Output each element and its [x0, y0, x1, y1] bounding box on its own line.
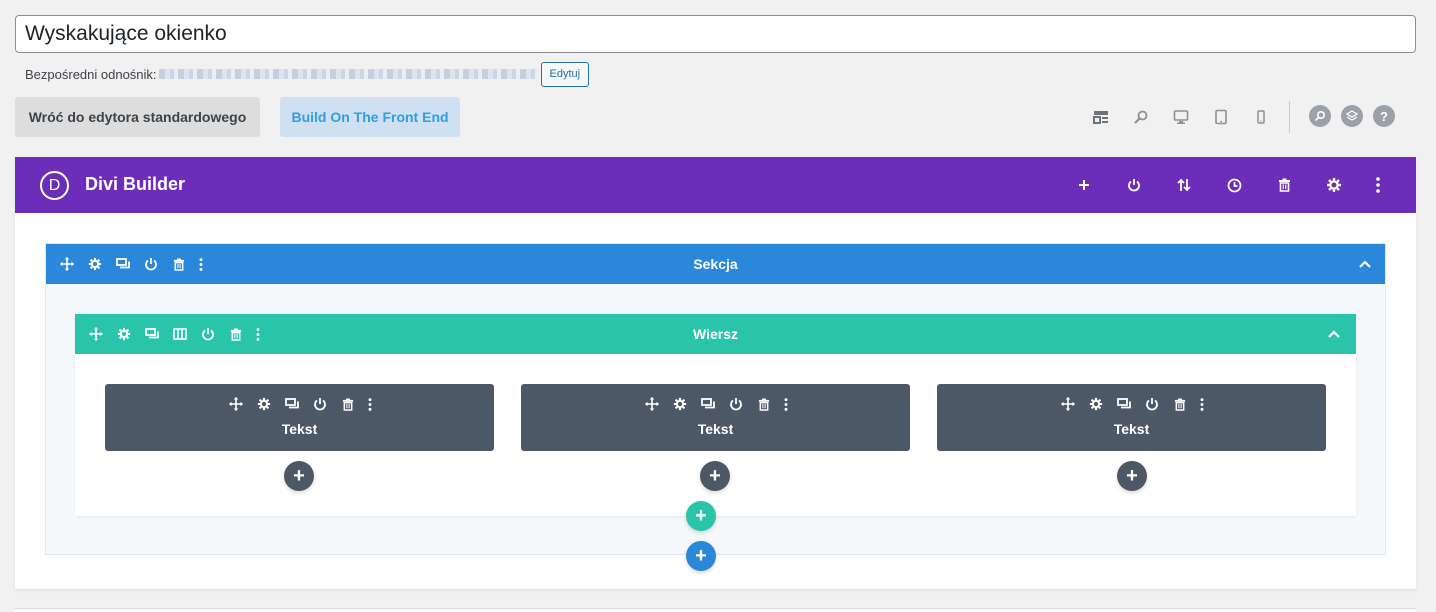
row-title: Wiersz — [692, 326, 738, 342]
duplicate-icon[interactable] — [1110, 394, 1138, 414]
duplicate-icon[interactable] — [138, 324, 166, 344]
sort-icon[interactable] — [1172, 173, 1196, 197]
duplicate-icon[interactable] — [109, 254, 137, 274]
power-icon[interactable] — [1138, 394, 1166, 414]
text-module[interactable]: Tekst — [521, 384, 910, 451]
move-icon[interactable] — [53, 254, 81, 274]
trash-icon[interactable] — [165, 254, 193, 274]
permalink: Bezpośredni odnośnik: Edytuj — [25, 61, 590, 87]
add-row-button[interactable]: + — [686, 501, 716, 531]
section-header[interactable]: Sekcja — [46, 244, 1385, 284]
text-module[interactable]: Tekst — [937, 384, 1326, 451]
section: Sekcja Wiersz Tekst Tekst Tekst + + + + … — [45, 243, 1386, 571]
more-icon[interactable] — [1194, 394, 1210, 414]
history-icon[interactable] — [1222, 173, 1246, 197]
trash-icon[interactable] — [750, 394, 778, 414]
gear-icon[interactable] — [81, 254, 109, 274]
module-tools — [105, 393, 494, 415]
section-title: Sekcja — [693, 256, 738, 272]
text-module[interactable]: Tekst — [105, 384, 494, 451]
next-panel-edge — [15, 608, 1416, 612]
more-icon[interactable] — [193, 254, 209, 274]
add-module-button[interactable]: + — [700, 461, 730, 491]
add-module-button[interactable]: + — [1117, 461, 1147, 491]
gear-icon[interactable] — [1082, 394, 1110, 414]
permalink-label: Bezpośredni odnośnik: — [25, 66, 157, 82]
row-header[interactable]: Wiersz — [75, 314, 1356, 354]
move-icon[interactable] — [82, 324, 110, 344]
move-icon[interactable] — [638, 394, 666, 414]
wireframe-icon[interactable] — [1088, 104, 1114, 130]
gear-icon[interactable] — [110, 324, 138, 344]
duplicate-icon[interactable] — [694, 394, 722, 414]
module-tools — [521, 393, 910, 415]
power-icon[interactable] — [306, 394, 334, 414]
columns-icon[interactable] — [166, 324, 194, 344]
power-icon[interactable] — [722, 394, 750, 414]
layers-icon[interactable] — [1341, 105, 1363, 127]
divi-logo: D — [40, 171, 69, 200]
toolbar-divider — [1289, 101, 1290, 133]
gear-icon[interactable] — [666, 394, 694, 414]
search-icon[interactable] — [1309, 105, 1331, 127]
collapse-row-icon[interactable] — [1324, 324, 1344, 344]
module-title: Tekst — [281, 421, 318, 437]
desktop-icon[interactable] — [1168, 104, 1194, 130]
power-icon[interactable] — [137, 254, 165, 274]
more-icon[interactable] — [250, 324, 266, 344]
module-title: Tekst — [697, 421, 734, 437]
power-icon[interactable] — [194, 324, 222, 344]
collapse-section-icon[interactable] — [1355, 254, 1375, 274]
gear-icon[interactable] — [1322, 173, 1346, 197]
plus-icon[interactable] — [1072, 173, 1096, 197]
view-toolbar: ? — [0, 101, 1436, 133]
permalink-url[interactable] — [158, 69, 539, 79]
add-section-button[interactable]: + — [686, 541, 716, 571]
divi-builder: D Divi Builder Sekcja Wiersz Tekst Tekst… — [15, 157, 1416, 589]
phone-icon[interactable] — [1248, 104, 1274, 130]
trash-icon[interactable] — [334, 394, 362, 414]
post-title-input[interactable]: Wyskakujące okienko — [15, 15, 1416, 53]
help-icon[interactable]: ? — [1373, 105, 1395, 127]
section-tools — [53, 244, 209, 284]
add-module-button[interactable]: + — [284, 461, 314, 491]
duplicate-icon[interactable] — [278, 394, 306, 414]
more-icon[interactable] — [1366, 173, 1390, 197]
module-title: Tekst — [1113, 421, 1150, 437]
builder-title: Divi Builder — [85, 174, 186, 194]
move-icon[interactable] — [222, 394, 250, 414]
trash-icon[interactable] — [222, 324, 250, 344]
zoom-icon[interactable] — [1128, 104, 1154, 130]
more-icon[interactable] — [778, 394, 794, 414]
more-icon[interactable] — [362, 394, 378, 414]
move-icon[interactable] — [1054, 394, 1082, 414]
row: Wiersz Tekst Tekst Tekst + + + — [75, 314, 1356, 516]
edit-permalink-button[interactable]: Edytuj — [540, 61, 590, 87]
tablet-icon[interactable] — [1208, 104, 1234, 130]
row-tools — [82, 314, 266, 354]
trash-icon[interactable] — [1166, 394, 1194, 414]
builder-header: D Divi Builder — [15, 157, 1416, 213]
gear-icon[interactable] — [250, 394, 278, 414]
module-tools — [937, 393, 1326, 415]
power-icon[interactable] — [1122, 173, 1146, 197]
trash-icon[interactable] — [1272, 173, 1296, 197]
